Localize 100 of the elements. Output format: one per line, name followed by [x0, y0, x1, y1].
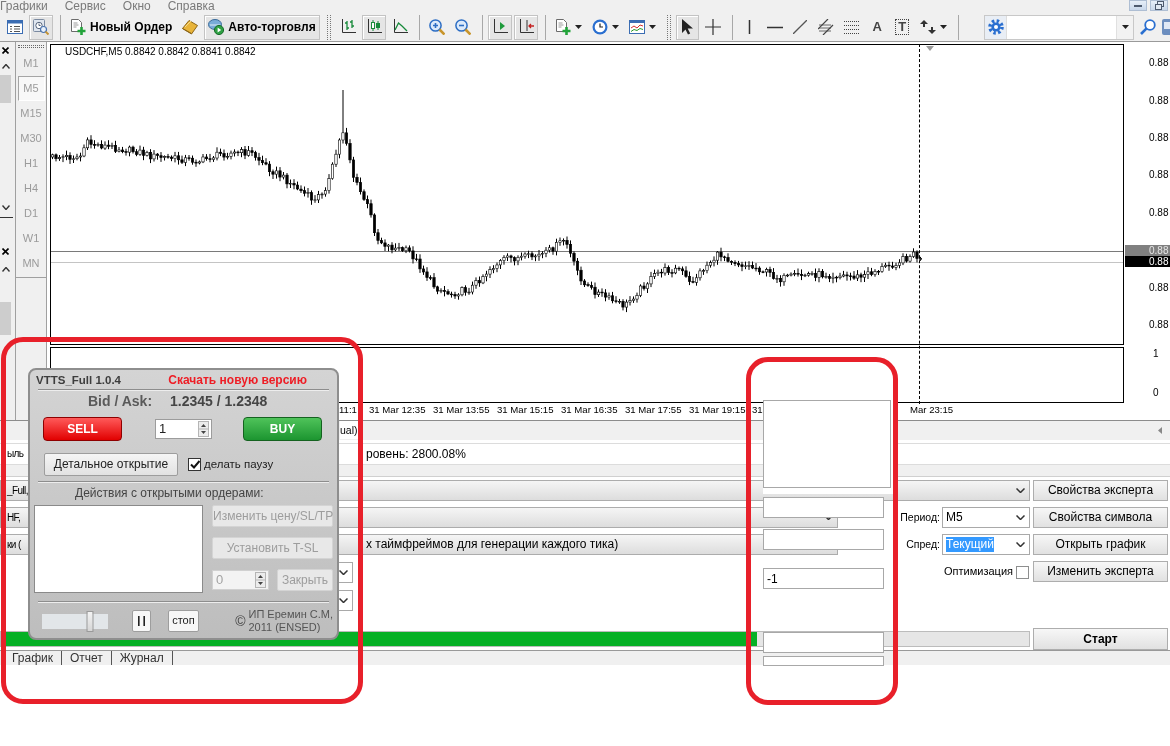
menu-item[interactable]: Справка: [167, 0, 215, 13]
tester-button[interactable]: Открыть график: [1033, 534, 1168, 555]
chevron-down-icon: [339, 569, 348, 575]
time-label: 31 Mar 15:15: [497, 404, 554, 416]
input-field[interactable]: [763, 529, 884, 550]
search-icon: [1140, 19, 1156, 35]
price-label: 0.88: [1149, 169, 1169, 181]
scroll-down-icon: [2, 205, 10, 210]
tester-button[interactable]: Свойства эксперта: [1033, 480, 1168, 501]
input-field[interactable]: -1: [763, 568, 884, 589]
tester-tab[interactable]: Журнал: [111, 651, 173, 665]
pause-icon: [137, 616, 145, 626]
summary-text: ровень: 2800.08%: [366, 446, 466, 462]
dropdown-button[interactable]: [1116, 15, 1133, 39]
copyright-text: 2011 (ENSED): [248, 621, 321, 634]
tester-button[interactable]: Изменить эксперта: [1033, 561, 1168, 582]
time-label: 11:1: [339, 404, 357, 416]
scroll-up-icon: [2, 267, 10, 272]
text-label-button[interactable]: T: [890, 14, 914, 40]
price-label: 0.88: [1149, 207, 1169, 219]
slider-thumb[interactable]: [86, 610, 93, 632]
field-label: Спред:: [906, 538, 940, 551]
search-box[interactable]: [984, 14, 1134, 40]
document-plus-icon: [554, 19, 571, 35]
scroll-left-icon: [1158, 427, 1162, 434]
restore-button[interactable]: [1150, 0, 1168, 11]
scrollbar-thumb[interactable]: [0, 75, 11, 103]
close-icon: [2, 47, 9, 54]
speed-slider[interactable]: [42, 613, 108, 629]
candlestick-button[interactable]: [361, 14, 386, 40]
minimize-button[interactable]: [1129, 0, 1147, 11]
input-field[interactable]: [763, 497, 884, 518]
checkbox-label: делать паузу: [204, 457, 274, 472]
arrows-icon: [919, 19, 936, 35]
time-label: 31 Mar 17:55: [625, 404, 682, 416]
chart-tab[interactable]: ual): [340, 421, 360, 439]
panel-title: VTTS_Full 1.0.4: [36, 373, 121, 388]
scrollbar-thumb[interactable]: [0, 302, 11, 335]
field-label: Период:: [900, 511, 940, 524]
orders-caption: Действия с открытыми ордерами:: [75, 486, 264, 501]
stop-button[interactable]: стоп: [167, 610, 200, 632]
chart-shift-button[interactable]: [487, 14, 512, 40]
tester-tab[interactable]: График: [4, 651, 62, 665]
orders-list[interactable]: [34, 505, 203, 593]
detail-button[interactable]: Детальное открытие: [44, 453, 178, 476]
field-label: Оптимизация: [944, 565, 1013, 579]
chevron-down-icon: [1016, 515, 1025, 520]
menu-item[interactable]: Окно: [122, 0, 151, 13]
clock-icon: [591, 19, 608, 35]
settings-icon: [987, 19, 1004, 35]
spin-arrows-icon: [198, 421, 209, 437]
caret-icon: [1121, 25, 1129, 29]
minimize-icon: [1134, 4, 1142, 7]
settings-button[interactable]: [985, 15, 1007, 39]
input-field[interactable]: [763, 632, 884, 653]
time-label: 31 Mar 19:15: [689, 404, 746, 416]
pause-button[interactable]: [132, 610, 151, 632]
chevron-down-icon: [1016, 542, 1025, 547]
scroll-up-icon: [2, 64, 10, 69]
auto-trading-button[interactable]: Авто-торговля: [204, 14, 320, 40]
new-order-button[interactable]: Новый Ордер: [66, 14, 177, 40]
input-field[interactable]: [763, 656, 884, 666]
bid-price-label: 0.88: [1125, 256, 1170, 267]
text-tool-button[interactable]: A: [865, 14, 889, 40]
scale-label: 1: [1153, 348, 1159, 360]
sell-button[interactable]: SELL: [43, 417, 122, 441]
close-icon: [2, 248, 9, 255]
price-label: 0.88: [1149, 132, 1169, 144]
bid-ask-label: Bid / Ask:: [88, 392, 153, 410]
menu-item[interactable]: Графики: [0, 0, 48, 13]
time-label: 31 Mar 13:55: [433, 404, 490, 416]
start-button[interactable]: Старт: [1033, 628, 1168, 650]
ask-price-label: 0.88: [1125, 245, 1170, 256]
time-label: 31 Mar 16:35: [561, 404, 618, 416]
time-label: Mar 23:15: [910, 404, 954, 416]
price-label: 0.88: [1149, 282, 1169, 294]
optimization-checkbox[interactable]: [1016, 565, 1029, 579]
auto-scroll-button[interactable]: [513, 14, 538, 40]
navigator-button[interactable]: [29, 14, 53, 40]
window-tile-icon: [1162, 19, 1170, 35]
bid-ask-value: 1.2345 / 1.2348: [170, 392, 268, 410]
copyright-text: ИП Еремин С.М,: [248, 608, 333, 621]
chevron-down-icon: [339, 597, 348, 603]
tester-button[interactable]: Свойства символа: [1033, 507, 1168, 528]
restore-icon: [1154, 1, 1164, 10]
menu-item[interactable]: Сервис: [64, 0, 106, 13]
cursor-button[interactable]: [675, 14, 699, 40]
pause-checkbox[interactable]: [188, 458, 201, 471]
spin-arrows-icon: [255, 572, 266, 588]
price-label: 0.88: [1149, 57, 1169, 69]
lot-spinner[interactable]: 1: [155, 419, 212, 439]
scale-label: 0: [1153, 387, 1159, 399]
time-label: 31 Mar 12:35: [369, 404, 426, 416]
check-icon: [189, 460, 200, 469]
price-label: 0.88: [1149, 95, 1169, 107]
price-label: 0.88: [1149, 319, 1169, 331]
indicator-window-icon: [628, 19, 645, 35]
tester-tab[interactable]: Отчет: [62, 651, 112, 665]
dropdown[interactable]: M5: [942, 507, 1030, 528]
time-label: 31: [752, 404, 763, 416]
